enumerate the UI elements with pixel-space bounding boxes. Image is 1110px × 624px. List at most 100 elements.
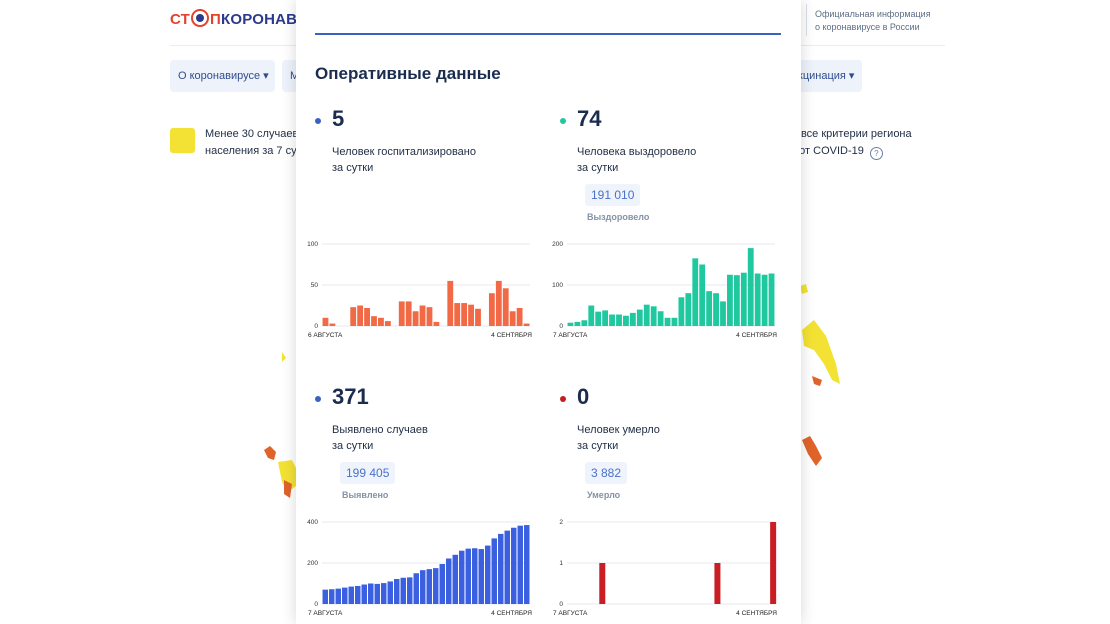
legend-text-left: Менее 30 случаев населения за 7 су: [205, 128, 299, 157]
bar: [727, 274, 733, 326]
bar: [459, 550, 465, 604]
chart-recovered: 0 100 200 7 АВГУСТА 4 СЕНТЯБРЯ: [551, 238, 779, 340]
y-tick-label: 2: [559, 519, 563, 526]
bar: [599, 563, 606, 604]
bar: [419, 305, 426, 326]
bar: [461, 303, 468, 326]
stat-hospitalized: 5 Человек госпитализировано за сутки: [315, 106, 545, 226]
bar: [524, 525, 530, 604]
stat-dot: [315, 118, 321, 124]
stopcoronavirus-logo[interactable]: СТ ПКОРОНАВИ: [170, 9, 308, 28]
bar: [523, 323, 530, 326]
stat-description: Человека выздоровело за сутки: [577, 146, 697, 174]
stat-total: 191 010: [585, 184, 641, 206]
bar: [678, 297, 685, 326]
bar: [322, 317, 329, 326]
operational-data-panel: Оперативные данные 5 Человек госпитализи…: [296, 0, 801, 624]
bar: [478, 549, 484, 604]
bar: [342, 587, 348, 604]
y-tick-label: 400: [307, 519, 318, 526]
y-tick-label: 100: [307, 241, 318, 248]
bar: [588, 305, 595, 326]
bar: [516, 307, 523, 326]
bar: [609, 314, 615, 326]
bar: [329, 323, 336, 326]
bar: [699, 264, 706, 326]
y-tick-label: 200: [552, 241, 563, 248]
bar-chart: 0 100 200 7 АВГУСТА 4 СЕНТЯБРЯ: [552, 241, 777, 339]
panel-top-divider: [315, 33, 781, 35]
bar: [472, 548, 478, 604]
x-tick-label: 7 АВГУСТА: [553, 610, 588, 617]
help-icon[interactable]: ?: [869, 147, 883, 160]
y-tick-label: 0: [559, 323, 563, 330]
bar: [517, 525, 523, 604]
bar: [671, 317, 678, 326]
stat-value: 0: [577, 384, 590, 409]
stat-value: 74: [577, 106, 602, 131]
bar: [495, 280, 502, 326]
bar: [398, 301, 405, 326]
bar: [706, 291, 713, 326]
bar: [371, 316, 377, 326]
bar: [504, 530, 510, 604]
bar: [574, 321, 581, 326]
bar: [475, 308, 481, 326]
legend-text-right: ы все критерии региона о от COVID-19?: [790, 128, 912, 160]
bar: [502, 288, 509, 326]
y-tick-label: 0: [559, 601, 563, 608]
bar: [616, 314, 622, 326]
bar-chart: 0 1 2 7 АВГУСТА 4 СЕНТЯБРЯ: [553, 519, 777, 617]
bar: [740, 272, 747, 326]
stat-dot: [560, 396, 566, 402]
bar: [664, 317, 671, 326]
bar: [720, 301, 726, 326]
stat-total-label: Выявлено: [342, 490, 389, 500]
bar: [602, 310, 609, 326]
header-official-info: Официальная информация о коронавирусе в …: [815, 9, 931, 32]
bar: [361, 584, 367, 604]
stat-total-label: Умерло: [587, 490, 621, 500]
y-tick-label: 0: [314, 601, 318, 608]
bar: [733, 275, 740, 326]
legend-yellow-swatch: [170, 128, 195, 153]
bar: [685, 293, 692, 326]
stat-recovered: 74 Человека выздоровело за сутки 191 010…: [560, 106, 790, 226]
stat-value: 5: [332, 106, 345, 131]
bar: [595, 311, 602, 326]
bar: [355, 585, 361, 604]
stat-value: 371: [332, 384, 369, 409]
bar: [465, 548, 471, 604]
stat-description: Выявлено случаев за сутки: [332, 424, 428, 452]
bar: [405, 301, 412, 326]
bar-chart: 0 50 100 6 АВГУСТА 4 СЕНТЯБРЯ: [307, 241, 532, 339]
chart-cases: 0 200 400 7 АВГУСТА 4 СЕНТЯБРЯ: [306, 516, 534, 618]
bar: [650, 306, 657, 326]
bar: [768, 273, 775, 326]
bar: [491, 538, 497, 604]
y-tick-label: 100: [552, 282, 563, 289]
bar: [657, 311, 664, 326]
bar: [378, 317, 384, 326]
y-tick-label: 1: [559, 560, 563, 567]
nav-about-coronavirus[interactable]: О коронавирусе ▾: [170, 60, 275, 92]
bar: [511, 527, 517, 604]
stat-total: 3 882: [585, 462, 628, 484]
bar: [350, 307, 357, 326]
bar: [412, 311, 419, 326]
y-tick-label: 0: [314, 323, 318, 330]
bar: [335, 588, 341, 604]
stat-dot: [560, 118, 566, 124]
bar: [468, 304, 474, 326]
bar: [394, 578, 400, 604]
bar: [485, 545, 491, 604]
bar: [770, 522, 777, 604]
bar: [454, 303, 461, 326]
map-fragment-right: [800, 284, 840, 466]
bar: [636, 309, 643, 326]
bar: [357, 305, 364, 326]
bar: [754, 273, 761, 326]
bar: [713, 293, 719, 326]
bar: [374, 583, 380, 604]
bar: [400, 577, 406, 604]
